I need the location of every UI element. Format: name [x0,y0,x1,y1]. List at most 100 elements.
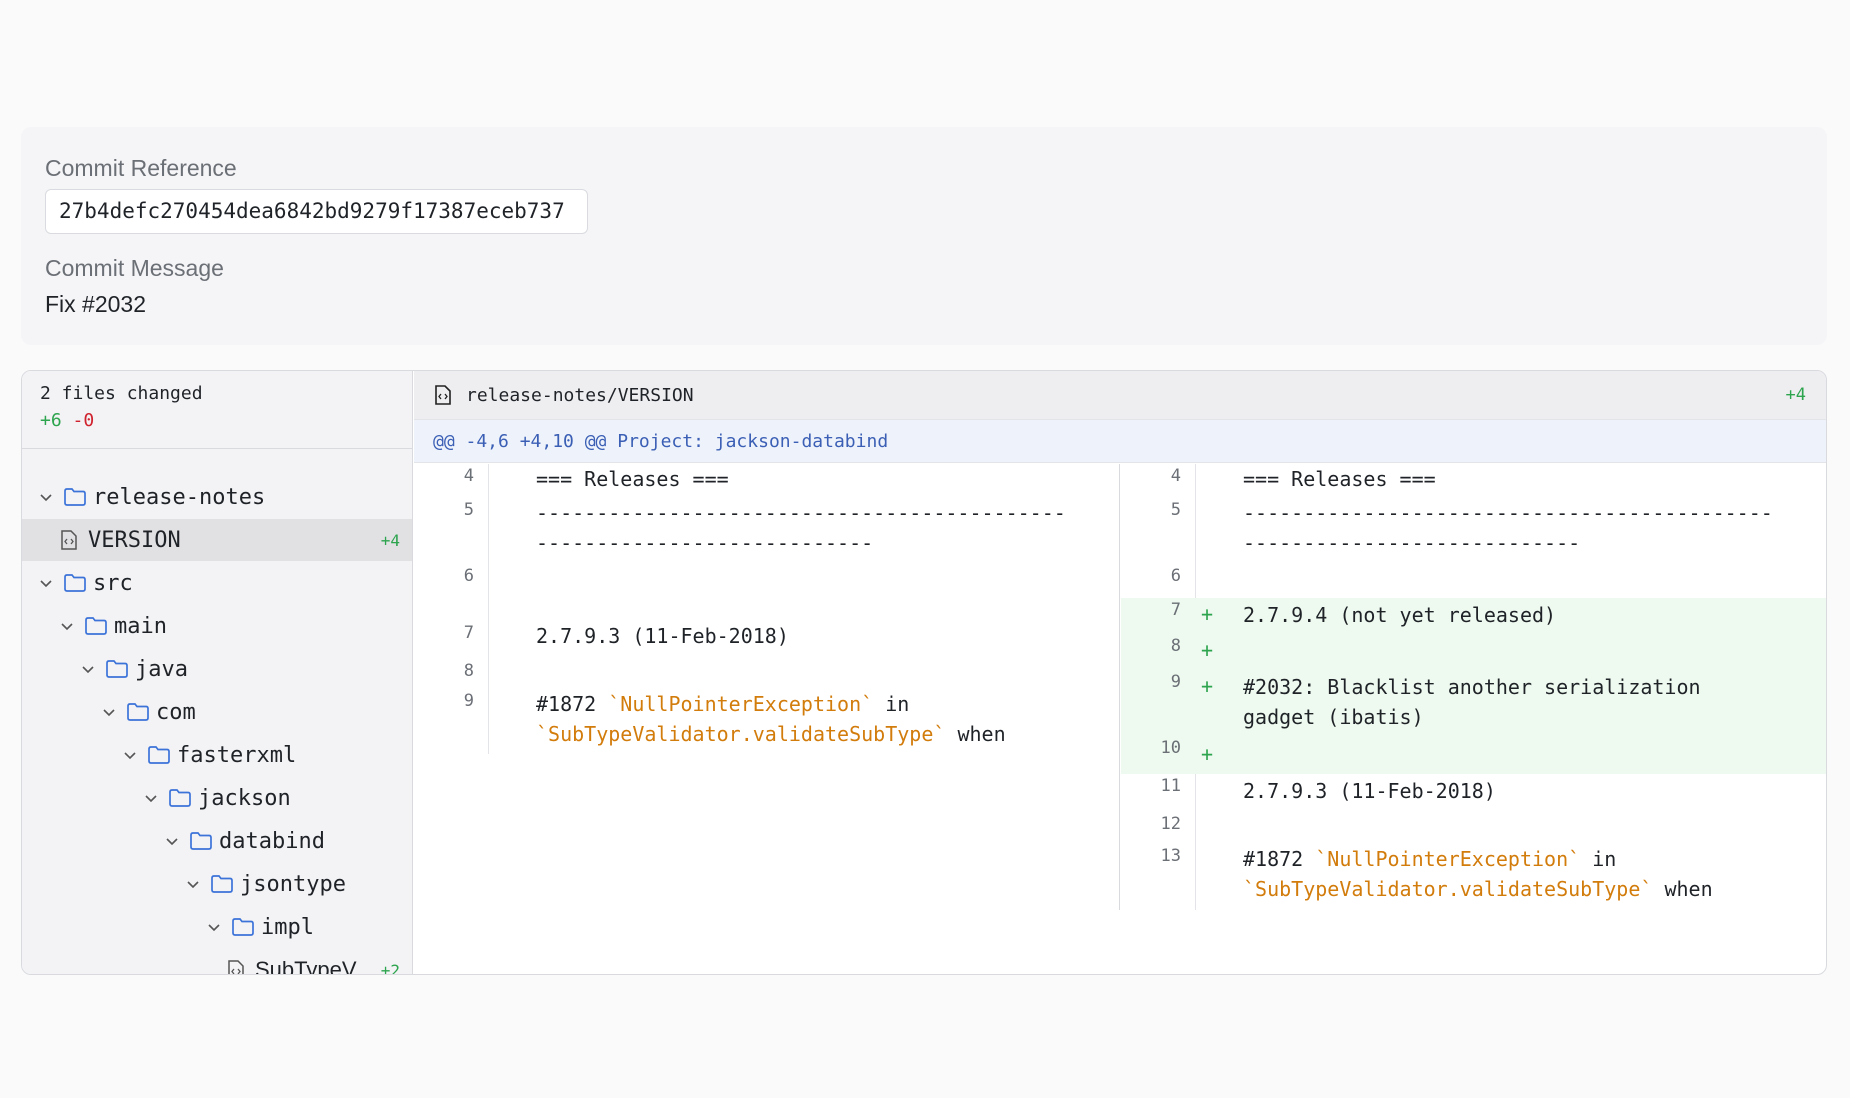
diff-line: 5 --------------------------------------… [1121,498,1826,558]
commit-reference-field[interactable]: 27b4defc270454dea6842bd9279f17387eceb737 [45,189,588,234]
tree-label: com [156,699,196,725]
code-text: ---------------------------- [536,531,874,555]
chevron-down-icon [40,494,52,502]
tree-label: jackson [198,785,291,811]
tree-folder-java[interactable]: java [22,648,412,690]
line-number: 4 [1170,466,1181,486]
chevron-down-icon [166,838,178,846]
code-text: 2.7.9.4 (not yet released) [1243,603,1557,627]
tree-folder-com[interactable]: com [22,691,412,733]
files-changed-count: 2 files changed [40,383,203,404]
chevron-down-icon [61,623,73,631]
line-number: 6 [1170,566,1181,586]
code-text: #1872 `NullPointerException` in [1243,847,1617,871]
commit-info-card: Commit Reference 27b4defc270454dea6842bd… [21,127,1827,345]
tree-folder-release-notes[interactable]: release-notes [22,476,412,518]
diff-line-added: 7 + 2.7.9.4 (not yet released) [1121,598,1826,634]
code-file-icon [435,385,451,405]
line-number: 6 [463,566,474,586]
folder-icon [106,660,128,678]
tree-label: src [93,570,133,596]
tree-label: fasterxml [177,742,297,768]
code-text: `SubTypeValidator.validateSubType` when [1243,877,1713,901]
tree-label: VERSION [88,527,181,553]
folder-icon [232,918,254,936]
commit-reference-label: Commit Reference [45,155,237,181]
diff-line: 13 #1872 `NullPointerException` in `SubT… [1121,844,1826,906]
tree-folder-impl[interactable]: impl [22,906,412,948]
tree-folder-jsontype[interactable]: jsontype [22,863,412,905]
diff-line: 8 [414,659,1119,689]
line-number: 12 [1160,814,1181,834]
chevron-down-icon [124,752,136,760]
code-text: === Releases === [536,467,729,491]
file-additions: +2 [380,960,400,975]
diff-line: 6 [1121,564,1826,594]
tree-label: release-notes [93,484,266,510]
code-text: === Releases === [1243,467,1436,491]
line-number: 9 [463,691,474,711]
chevron-down-icon [40,580,52,588]
added-sign: + [1201,638,1214,662]
code-text: `SubTypeValidator.validateSubType` when [536,722,1006,746]
tree-folder-main[interactable]: main [22,605,412,647]
tree-label: databind [219,828,325,854]
diff-viewer: 2 files changed +6 -0 release-notes VERS… [21,370,1827,975]
line-number: 8 [1170,636,1181,656]
diff-line-added: 9 + #2032: Blacklist another serializati… [1121,670,1826,738]
code-text: #1872 `NullPointerException` in [536,692,910,716]
file-additions-count: +4 [1785,385,1806,405]
line-number: 4 [463,466,474,486]
line-number: 13 [1160,846,1181,866]
code-file-icon [61,530,77,550]
code-text: 2.7.9.3 (11-Feb-2018) [1243,779,1496,803]
chevron-down-icon [187,881,199,889]
added-sign: + [1201,674,1214,698]
commit-message-label: Commit Message [45,255,224,281]
line-number: 10 [1160,738,1181,758]
code-text: ----------------------------------------… [536,501,1066,525]
tree-file-subtypevalidator[interactable]: SubTypeV… +2 [22,949,412,975]
diff-line: 4 === Releases === [414,464,1119,494]
diff-line: 4 === Releases === [1121,464,1826,494]
file-additions: +4 [380,530,400,550]
added-sign: + [1201,742,1214,766]
folder-icon [127,703,149,721]
file-header[interactable]: release-notes/VERSION +4 [414,371,1826,420]
diff-line: 6 [414,564,1119,594]
line-number: 11 [1160,776,1181,796]
hunk-header: @@ -4,6 +4,10 @@ Project: jackson-databi… [414,420,1826,463]
diff-line: 9 #1872 `NullPointerException` in `SubTy… [414,689,1119,751]
commit-message: Fix #2032 [45,291,147,317]
code-text: gadget (ibatis) [1243,705,1424,729]
chevron-down-icon [208,924,220,932]
tree-label: jsontype [240,871,346,897]
files-summary: 2 files changed +6 -0 [22,371,412,449]
code-text: #2032: Blacklist another serialization [1243,675,1701,699]
folder-icon [64,574,86,592]
code-text: ---------------------------- [1243,531,1581,555]
diff-left-pane: 4 === Releases === 5 -------------------… [414,464,1120,910]
line-number: 7 [463,623,474,643]
diff-line: 12 [1121,814,1826,844]
tree-file-version[interactable]: VERSION +4 [22,519,412,561]
diff-line: 7 2.7.9.3 (11-Feb-2018) [414,621,1119,651]
folder-icon [169,789,191,807]
code-text: 2.7.9.3 (11-Feb-2018) [536,624,789,648]
tree-folder-jackson[interactable]: jackson [22,777,412,819]
file-tree-sidebar: 2 files changed +6 -0 release-notes VERS… [22,371,413,974]
chevron-down-icon [103,709,115,717]
line-number: 5 [1170,500,1181,520]
tree-label: SubTypeV… [255,957,379,975]
line-number: 5 [463,500,474,520]
total-deletions: -0 [72,410,95,431]
file-path: release-notes/VERSION [466,384,694,406]
total-additions: +6 [40,410,62,431]
tree-folder-databind[interactable]: databind [22,820,412,862]
diff-line: 5 --------------------------------------… [414,498,1119,558]
tree-folder-src[interactable]: src [22,562,412,604]
diff-line: 11 2.7.9.3 (11-Feb-2018) [1121,776,1826,806]
folder-icon [148,746,170,764]
code-file-icon [228,960,244,974]
tree-folder-fasterxml[interactable]: fasterxml [22,734,412,776]
